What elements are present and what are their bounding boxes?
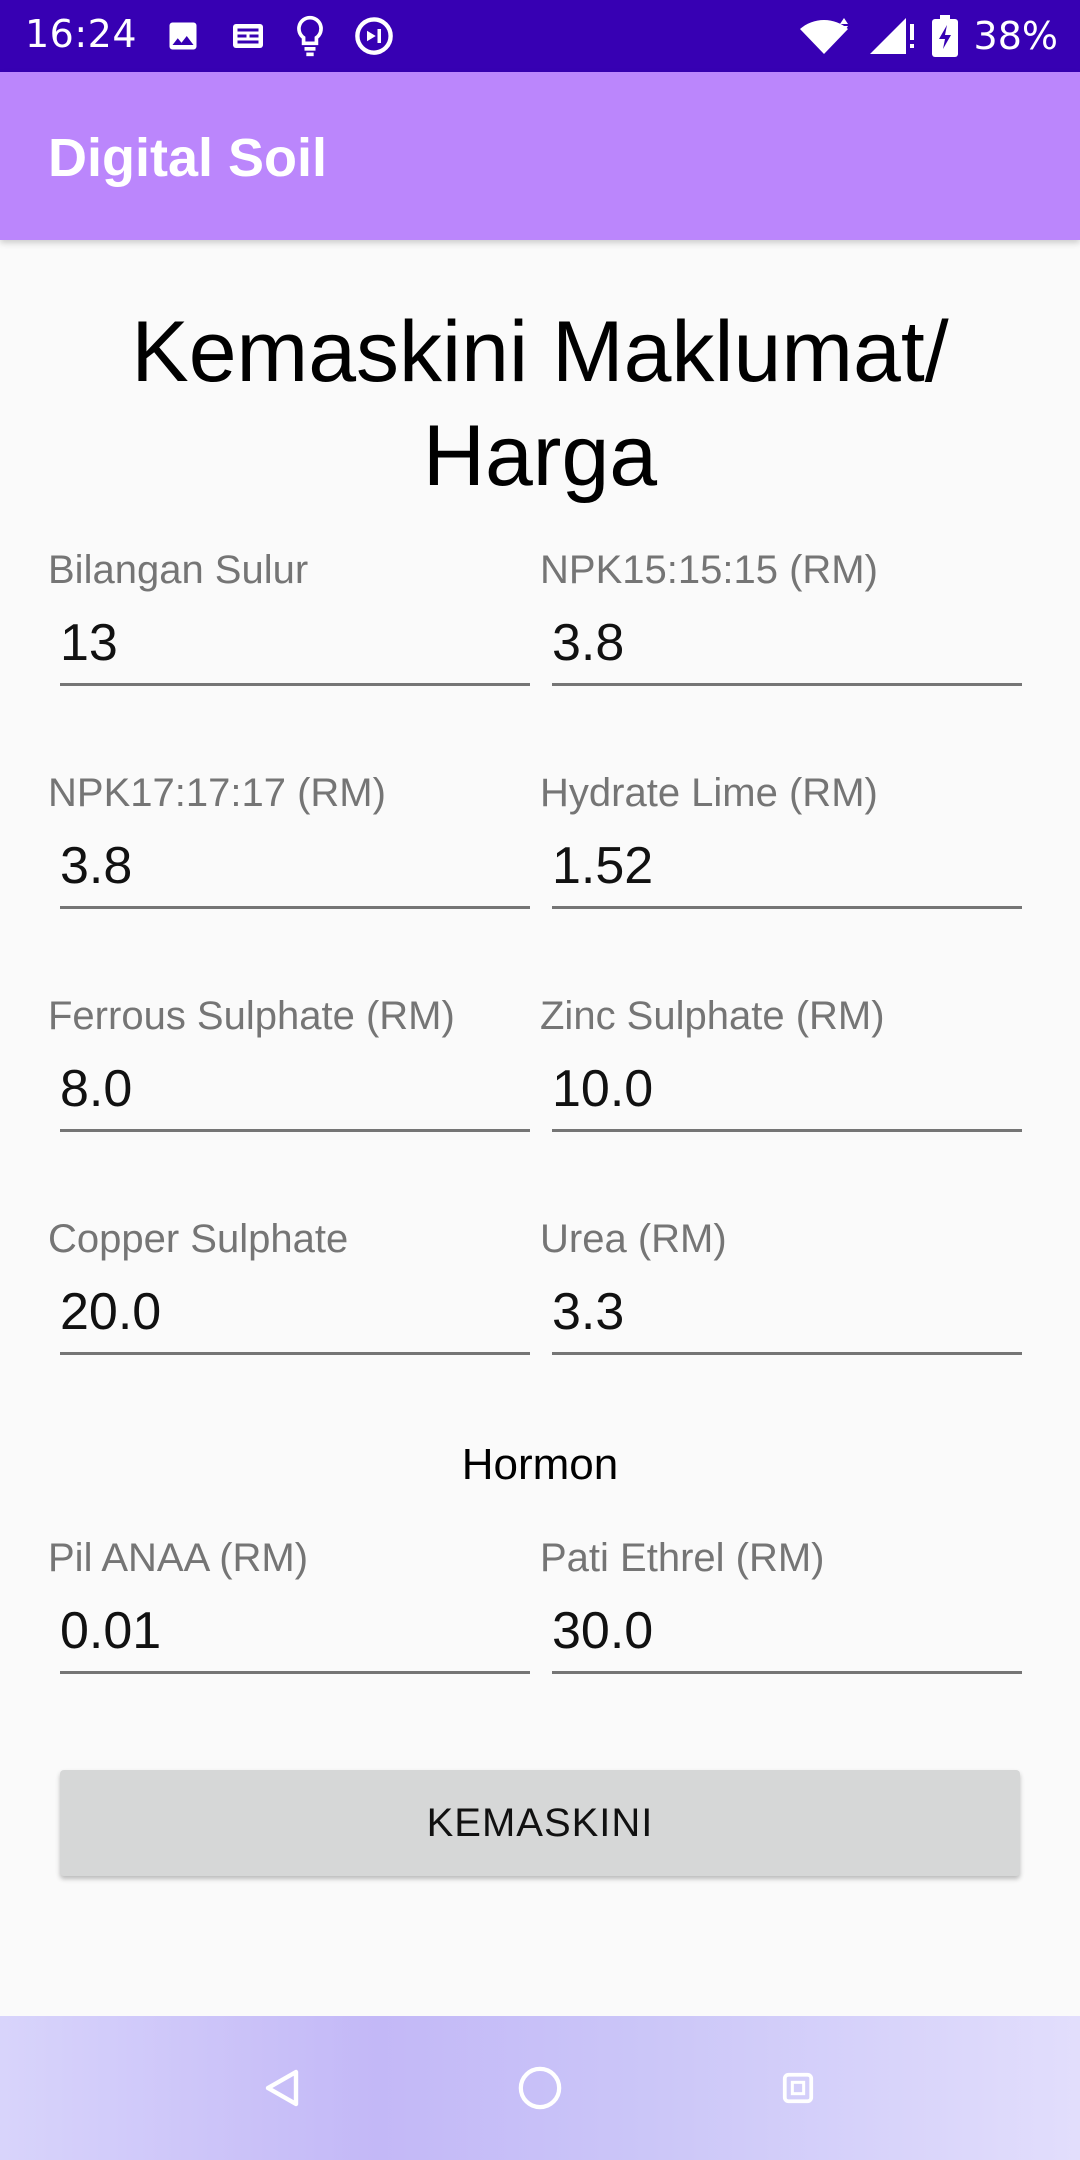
npk151515-input[interactable]: [552, 606, 1022, 686]
wifi-icon: [799, 18, 848, 54]
field-label: Pati Ethrel (RM): [540, 1536, 825, 1580]
field-label: NPK17:17:17 (RM): [48, 771, 386, 815]
navigation-bar: [0, 2016, 1080, 2160]
news-icon: [233, 24, 263, 48]
app-title: Digital Soil: [48, 128, 328, 188]
field-label: Copper Sulphate: [48, 1217, 349, 1261]
copper-sulphate-input[interactable]: [60, 1275, 530, 1355]
signal-icon: [869, 18, 914, 54]
field-label: Pil ANAA (RM): [48, 1536, 309, 1580]
field-label: Bilangan Sulur: [48, 548, 309, 592]
home-button[interactable]: [508, 2056, 572, 2120]
field-label: Ferrous Sulphate (RM): [48, 994, 455, 1038]
field-label: Urea (RM): [540, 1217, 727, 1261]
battery-charging-icon: [931, 15, 958, 57]
hydrate-lime-input[interactable]: [552, 829, 1022, 909]
status-time: 16:24: [25, 12, 138, 56]
page-title: Kemaskini Maklumat/ Harga: [131, 304, 949, 504]
screen: 16:24 38% Digital Soil Kemaskini Makluma…: [0, 0, 1080, 2160]
status-right: 38%: [798, 12, 1058, 60]
zinc-sulphate-input[interactable]: [552, 1052, 1022, 1132]
hormone-section-label: Hormon: [461, 1440, 619, 1489]
app-bar: Digital Soil: [0, 72, 1080, 240]
field-label: Zinc Sulphate (RM): [540, 994, 885, 1038]
bilangan-sulur-input[interactable]: [60, 606, 530, 686]
field-label: NPK15:15:15 (RM): [540, 548, 878, 592]
pil-anaa-input[interactable]: [60, 1594, 530, 1674]
field-label: Hydrate Lime (RM): [540, 771, 878, 815]
image-icon: [169, 22, 197, 50]
back-icon: [265, 2069, 299, 2107]
ferrous-sulphate-input[interactable]: [60, 1052, 530, 1132]
pati-ethrel-input[interactable]: [552, 1594, 1022, 1674]
recents-icon: [782, 2072, 814, 2104]
home-icon: [518, 2066, 562, 2110]
status-bar: 16:24 38%: [0, 0, 1080, 72]
update-button[interactable]: KEMASKINI: [60, 1770, 1020, 1876]
recents-button[interactable]: [766, 2056, 830, 2120]
sync-icon: [355, 17, 393, 55]
urea-input[interactable]: [552, 1275, 1022, 1355]
notification-icons: [165, 14, 395, 58]
battery-percent: 38%: [973, 14, 1058, 58]
npk171717-input[interactable]: [60, 829, 530, 909]
lightbulb-icon: [297, 15, 323, 57]
back-button[interactable]: [250, 2056, 314, 2120]
